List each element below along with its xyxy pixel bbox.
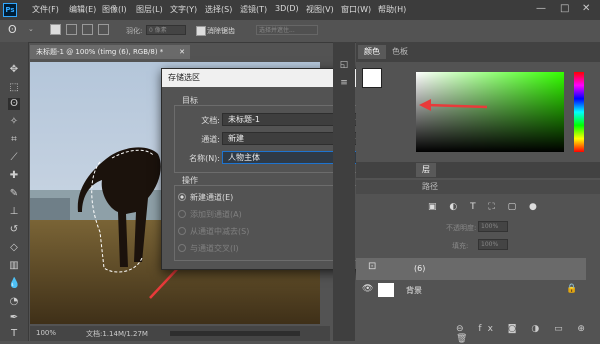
blur-tool-icon[interactable]: 💧: [8, 278, 20, 290]
eye-icon[interactable]: 👁: [362, 284, 373, 294]
radio-subtract-from-channel[interactable]: [178, 227, 186, 235]
menu-3d[interactable]: 3D(D): [275, 4, 299, 13]
panel-icon-strip: ◱ ≡: [333, 42, 355, 341]
menu-bar: Ps 文件(F) 编辑(E) 图像(I) 图层(L) 文字(Y) 选择(S) 滤…: [0, 0, 600, 20]
subtract-selection-icon[interactable]: [82, 24, 93, 35]
lasso-tool-icon[interactable]: ʘ: [8, 23, 17, 36]
menu-image[interactable]: 图像(I): [102, 4, 127, 15]
options-bar: ʘ ⌄ 羽化: 0 像素 消除锯齿 选择并遮住...: [0, 20, 600, 43]
opacity-label: 不透明度:: [446, 224, 477, 232]
dodge-tool-icon[interactable]: ◔: [8, 296, 20, 308]
photoshop-logo-icon[interactable]: Ps: [3, 3, 17, 17]
menu-type[interactable]: 文字(Y): [170, 4, 197, 15]
menu-file[interactable]: 文件(F): [32, 4, 59, 15]
select-and-mask-button[interactable]: 选择并遮住...: [256, 25, 318, 35]
feather-input[interactable]: 0 像素: [146, 25, 186, 35]
radio-subtract-label: 从通道中减去(S): [190, 227, 250, 236]
document-tab-title: 未标题-1 @ 100% (timg (6), RGB/8) *: [36, 48, 164, 56]
close-window-button[interactable]: ✕: [582, 3, 590, 14]
lasso-tool-icon[interactable]: ʘ: [8, 98, 20, 110]
antialias-checkbox[interactable]: [196, 26, 206, 36]
type-tool-icon[interactable]: T: [8, 328, 20, 340]
layer-row-background[interactable]: 👁 背景 🔒: [356, 280, 586, 300]
tab-paths[interactable]: 路径: [416, 180, 444, 194]
tab-layers[interactable]: 层: [416, 163, 436, 177]
menu-edit[interactable]: 编辑(E): [69, 4, 96, 15]
hue-slider[interactable]: [574, 72, 584, 152]
dialog-title-text: 存储选区: [168, 73, 200, 82]
layers-panel: 层 路径 ▣ ◐ T ⛶ ▢ ● 不透明度: 100% 填充: 100% ⊡ (…: [356, 162, 600, 344]
minimize-button[interactable]: —: [536, 3, 546, 14]
crop-tool-icon[interactable]: ⌗: [8, 134, 20, 146]
menu-layer[interactable]: 图层(L): [136, 4, 163, 15]
menu-window[interactable]: 窗口(W): [341, 4, 371, 15]
fill-label: 填充:: [452, 242, 469, 250]
feather-label: 羽化:: [126, 27, 143, 35]
menu-filter[interactable]: 滤镜(T): [240, 4, 267, 15]
radio-new-channel-label: 新建通道(E): [190, 193, 234, 202]
document-tab[interactable]: 未标题-1 @ 100% (timg (6), RGB/8) * ✕: [30, 45, 190, 59]
add-selection-icon[interactable]: [66, 24, 77, 35]
menu-select[interactable]: 选择(S): [205, 4, 232, 15]
maximize-button[interactable]: □: [560, 3, 569, 14]
magic-wand-icon[interactable]: ✧: [8, 116, 20, 128]
menu-help[interactable]: 帮助(H): [378, 4, 406, 15]
history-icon[interactable]: ◱: [338, 60, 350, 72]
foreground-color-swatch[interactable]: [362, 68, 382, 88]
tab-color[interactable]: 颜色: [358, 45, 386, 59]
eraser-icon[interactable]: ◇: [8, 242, 20, 254]
antialias-label: 消除锯齿: [207, 27, 235, 35]
annotation-arrow-ok: [419, 99, 488, 111]
channel-select-value: 新建: [228, 134, 244, 143]
radio-add-label: 添加到通道(A): [190, 210, 242, 219]
radio-intersect-label: 与通道交叉(I): [190, 244, 239, 253]
gradient-tool-icon[interactable]: ▥: [8, 260, 20, 272]
pen-tool-icon[interactable]: ✒: [8, 312, 20, 324]
properties-icon[interactable]: ≡: [338, 78, 350, 90]
new-selection-icon[interactable]: [50, 24, 61, 35]
history-brush-icon[interactable]: ↺: [8, 224, 20, 236]
channels-paths-tabbar: [356, 180, 600, 194]
lock-icon: 🔒: [566, 284, 578, 294]
layers-panel-tabbar: [356, 162, 600, 178]
eyedropper-icon[interactable]: ⟋: [8, 152, 20, 164]
horizontal-scrollbar[interactable]: [170, 331, 300, 336]
document-label: 文档:: [201, 116, 220, 125]
layer-name-background: 背景: [406, 286, 422, 295]
toolbar: ✥ ⬚ ʘ ✧ ⌗ ⟋ ✚ ✎ ⊥ ↺ ◇ ▥ 💧 ◔ ✒ T: [0, 42, 29, 341]
layers-footer-icons[interactable]: ⊖ fx ◙ ◑ ▭ ⊕ 🗑: [456, 324, 600, 344]
name-label: 名称(N):: [189, 154, 220, 163]
close-icon[interactable]: ✕: [179, 45, 185, 59]
document-info: 文档:1.14M/1.27M: [86, 330, 148, 338]
status-bar: 100% 文档:1.14M/1.27M: [30, 326, 330, 341]
radio-intersect-channel[interactable]: [178, 244, 186, 252]
intersect-selection-icon[interactable]: [98, 24, 109, 35]
layer-row-active[interactable]: ⊡ (6): [356, 258, 586, 280]
zoom-level[interactable]: 100%: [36, 329, 56, 337]
healing-brush-icon[interactable]: ✚: [8, 170, 20, 182]
layer-thumbnail: [378, 283, 394, 297]
document-select-value: 未标题-1: [228, 115, 260, 124]
channel-label: 通道:: [201, 135, 220, 144]
brush-tool-icon[interactable]: ✎: [8, 188, 20, 200]
opacity-input[interactable]: 100%: [478, 221, 508, 232]
tab-swatches[interactable]: 色板: [386, 45, 414, 59]
radio-new-channel[interactable]: [178, 193, 186, 201]
radio-add-to-channel[interactable]: [178, 210, 186, 218]
marquee-tool-icon[interactable]: ⬚: [8, 82, 20, 94]
chevron-down-icon[interactable]: ⌄: [28, 25, 34, 33]
fill-input[interactable]: 100%: [478, 239, 508, 250]
layer-link-icon: ⊡: [368, 261, 377, 272]
move-tool-icon[interactable]: ✥: [8, 64, 20, 76]
layer-name: (6): [414, 264, 426, 273]
menu-view[interactable]: 视图(V): [306, 4, 334, 15]
layer-filter-icons[interactable]: ▣ ◐ T ⛶ ▢ ●: [428, 202, 542, 212]
clone-stamp-icon[interactable]: ⊥: [8, 206, 20, 218]
